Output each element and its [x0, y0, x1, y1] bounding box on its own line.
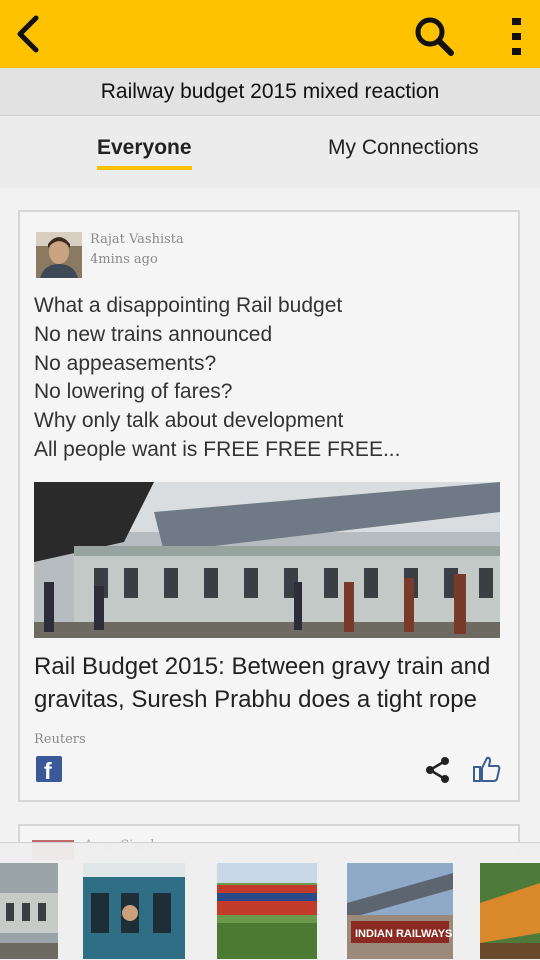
topic-title: Railway budget 2015 mixed reaction: [0, 68, 540, 116]
avatar[interactable]: [36, 232, 82, 278]
thumbnail-image: [217, 863, 317, 959]
thumbnail[interactable]: [480, 863, 540, 959]
train-photo: [34, 482, 500, 638]
more-vertical-icon: [512, 18, 521, 55]
search-icon: [415, 17, 454, 56]
back-button[interactable]: [10, 12, 50, 56]
tab-everyone[interactable]: Everyone: [97, 136, 192, 170]
post-author[interactable]: Rajat Vashista: [90, 232, 184, 247]
tab-bar: Everyone My Connections: [0, 116, 540, 188]
thumbnail-strip[interactable]: INDIAN RAILWAYS: [0, 842, 540, 960]
active-tab-indicator: [97, 166, 192, 170]
link-source: Reuters: [34, 732, 86, 747]
thumbs-up-icon: [473, 756, 501, 782]
share-button[interactable]: [424, 756, 452, 784]
post-text: What a disappointing Rail budget No new …: [34, 292, 504, 465]
post-card: Rajat Vashista 4mins ago What a disappoi…: [18, 210, 520, 802]
thumbnail-image: [83, 863, 185, 959]
search-button[interactable]: [410, 12, 458, 60]
avatar-photo: [36, 232, 82, 278]
thumbnail[interactable]: INDIAN RAILWAYS: [347, 863, 453, 959]
link-headline[interactable]: Rail Budget 2015: Between gravy train an…: [34, 650, 504, 716]
tab-my-connections-label: My Connections: [328, 136, 479, 159]
thumbnail[interactable]: [83, 863, 185, 959]
post-line: All people want is FREE FREE FREE...: [34, 437, 401, 461]
share-icon: [426, 757, 449, 783]
tab-everyone-label: Everyone: [97, 136, 192, 159]
thumbnail[interactable]: [217, 863, 317, 959]
post-line: Why only talk about development: [34, 409, 344, 433]
app-bar: [0, 0, 540, 68]
facebook-icon[interactable]: f: [36, 756, 62, 784]
thumbnail-image: [0, 863, 58, 959]
link-preview-image[interactable]: [34, 482, 500, 638]
thumbnail-image: INDIAN RAILWAYS: [347, 863, 453, 959]
thumbnail[interactable]: [0, 863, 58, 959]
post-line: What a disappointing Rail budget: [34, 294, 343, 317]
thumbnail-image: [480, 863, 540, 959]
facebook-letter: f: [44, 758, 52, 784]
post-line: No new trains announced: [34, 322, 273, 346]
post-line: No lowering of fares?: [34, 380, 233, 404]
tab-my-connections[interactable]: My Connections: [328, 136, 479, 168]
chevron-left-icon: [17, 15, 39, 53]
more-options-button[interactable]: [500, 12, 536, 60]
post-line: No appeasements?: [34, 351, 217, 375]
post-timestamp: 4mins ago: [90, 252, 158, 267]
thumbnail-label: INDIAN RAILWAYS: [355, 928, 452, 940]
like-button[interactable]: [472, 754, 502, 784]
